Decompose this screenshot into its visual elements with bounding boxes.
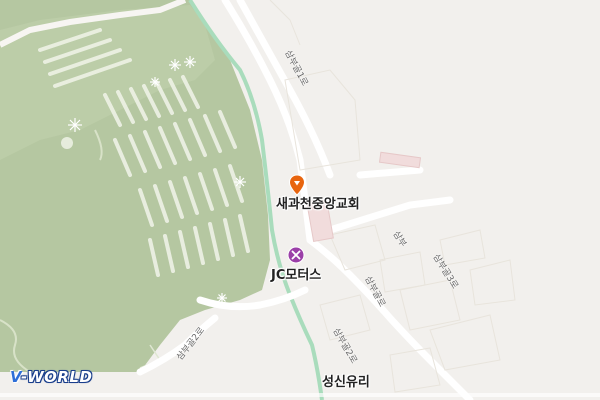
place-label-jc-motors[interactable]: JC모터스 xyxy=(271,264,321,283)
provider-logo-name: -WORLD xyxy=(21,368,93,386)
provider-logo-prefix: V xyxy=(10,368,22,386)
place-label-church[interactable]: 새과천중앙교회 xyxy=(276,193,360,212)
place-label-glass-shop[interactable]: 성신유리 xyxy=(322,371,370,390)
car-repair-icon xyxy=(287,246,305,264)
provider-logo: V-WORLD xyxy=(10,368,92,386)
map-view[interactable]: 삼부골1로 삼부 삼부골3로 삼부골로 삼부골2로 삼부골2로 새과천중앙교회 … xyxy=(0,0,600,400)
